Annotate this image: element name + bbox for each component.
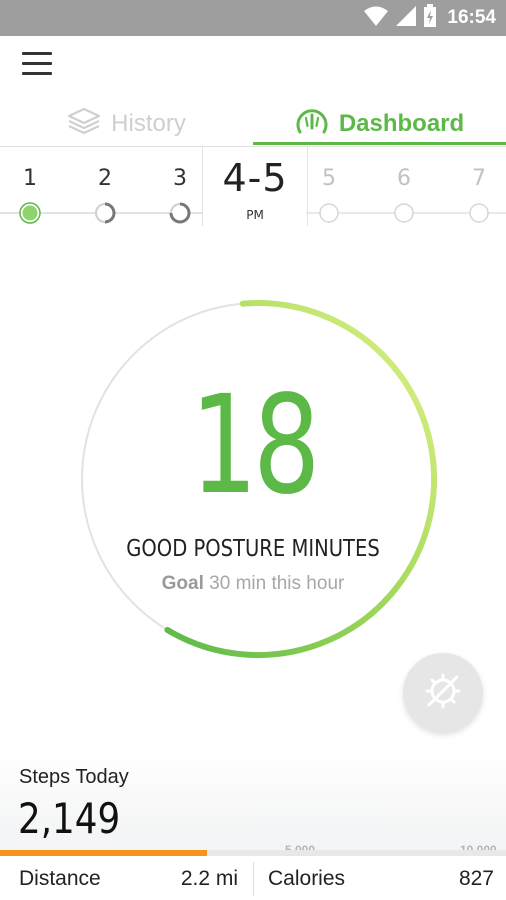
hour-3[interactable]: 3 [165,166,195,191]
hour-7-dot [469,203,489,223]
posture-minutes-label: GOOD POSTURE MINUTES [126,536,380,562]
tab-history[interactable]: History [0,102,253,146]
menu-icon-bar-bottom [22,72,52,75]
tab-history-label: History [111,110,186,137]
menu-button[interactable] [22,50,52,76]
wifi-icon [363,5,389,32]
distance-label: Distance [19,867,101,890]
goal-prefix: Goal [161,573,204,594]
current-hour[interactable]: 4-5 PM [202,146,308,226]
tab-dashboard[interactable]: Dashboard [253,102,506,146]
hour-6-dot [394,203,414,223]
hour-selector: 1 2 3 4-5 PM 5 6 7 [0,146,506,232]
signal-icon [395,5,417,32]
gauge-icon [295,106,329,143]
battery-icon [423,3,437,33]
hour-6[interactable]: 6 [389,166,419,191]
distance-value: 2.2 mi [180,867,238,890]
hour-1-dot [22,205,38,221]
hour-1[interactable]: 1 [15,166,45,191]
steps-panel: Steps Today 2,149 5,000 10,000 Distance … [0,752,506,900]
current-hour-range: 4-5 [222,156,288,200]
stats-row: Distance 2.2 mi Calories 827 [0,856,506,900]
hour-label: 6 [397,166,411,191]
hour-label: 7 [472,166,486,191]
hour-5-dot [319,203,339,223]
goal-text: Goal 30 min this hour [0,573,506,595]
hour-7[interactable]: 7 [464,166,494,191]
posture-minutes-value: 18 [190,367,320,525]
hour-label: 3 [173,166,187,191]
active-tab-indicator [253,142,506,145]
app-bar [0,36,506,100]
layers-icon [67,107,101,142]
hour-2[interactable]: 2 [90,166,120,191]
hour-5[interactable]: 5 [314,166,344,191]
menu-icon-bar-middle [22,62,52,65]
status-time: 16:54 [447,7,496,28]
goal-value: 30 min this hour [209,573,345,594]
hour-label: 5 [322,166,336,191]
tab-bar: History Dashboard [0,102,506,146]
tracking-toggle-button[interactable] [403,653,483,733]
tab-dashboard-label: Dashboard [338,110,465,137]
steps-value: 2,149 [18,794,121,843]
calories-label: Calories [268,867,346,890]
status-bar: 16:54 [0,0,506,36]
current-hour-ampm: PM [246,208,264,222]
tracking-off-icon [423,671,463,716]
hour-label: 2 [98,166,112,191]
stats-divider [253,862,254,896]
steps-label: Steps Today [19,766,129,788]
hour-label: 1 [23,166,37,191]
menu-icon [22,52,52,55]
calories-value: 827 [458,867,494,890]
status-icons: 16:54 [363,3,496,33]
